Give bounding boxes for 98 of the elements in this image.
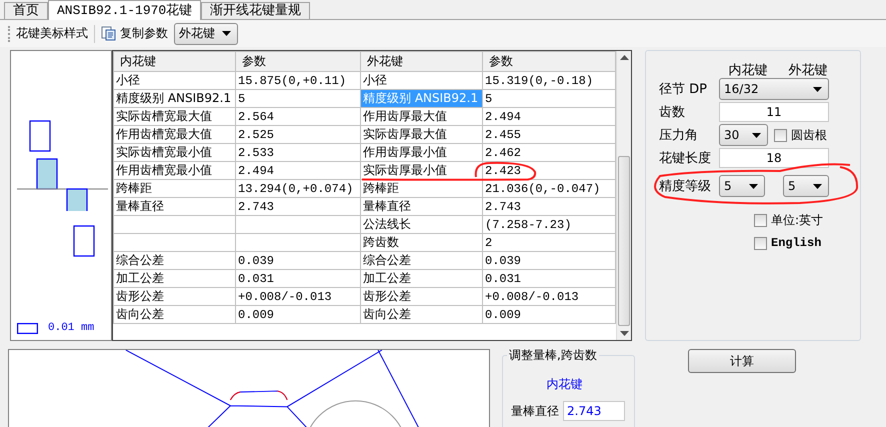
toolbar-label: 花键美标样式 [16,25,88,42]
table-cell: 加工公差 [116,270,164,287]
calculate-button[interactable]: 计算 [688,349,796,373]
column-header: 参数 [236,52,360,72]
spline-type-dropdown[interactable]: 外花键 [174,22,238,44]
field-label: 压力角 [659,127,699,144]
table-cell: 15.319(0,-0.18) [485,74,594,88]
table-cell: 0.039 [485,254,522,268]
outer-accuracy-dropdown[interactable]: 5 [783,175,829,197]
table-cell: 2.564 [238,110,274,124]
table-cell: 作用齿槽宽最大值 [116,126,212,143]
table-cell: 小径 [116,72,140,89]
table-cell: 加工公差 [363,270,411,287]
teeth-input-field[interactable]: 11 [719,102,829,122]
table-cell: 综合公差 [363,252,411,269]
table-cell: 量棒直径 [363,198,411,215]
table-cell: 跨棒距 [116,180,152,197]
table-cell: 实际齿槽宽最大值 [116,108,212,125]
tab[interactable]: 渐开线花键量规 [201,2,310,19]
column-label: 外花键 [788,62,828,79]
length-input-field[interactable]: 18 [719,148,829,168]
table-cell: 2.462 [485,146,522,160]
copy-icon [101,26,117,41]
table-cell: 2.494 [485,110,522,124]
checkbox-label: 圆齿根 [791,126,827,144]
field-label: 精度等级 [659,178,712,195]
caret-icon [749,184,758,188]
table-cell: (7.258-7.23) [485,218,572,232]
column-header: 外花键 [360,52,482,72]
field-label: 径节 DP [659,81,708,98]
table-cell: 综合公差 [116,252,164,269]
pin-diameter-field[interactable]: 2.743 [563,401,625,421]
tab[interactable]: 首页 [4,2,48,19]
table-cell: 13.294(0,+0.074) [238,182,354,196]
table-cell: 齿形公差 [116,288,164,305]
checkbox[interactable] [774,128,787,142]
column-label: 内花键 [728,62,768,79]
table-cell: 0.031 [485,272,522,286]
field-label: 量棒直径 [511,402,559,420]
table-cell: 2.743 [485,200,522,214]
table-cell: 2.423 [485,164,522,178]
table-cell: 0.039 [238,254,274,268]
tab[interactable]: ANSIB92.1-1970花键 [48,0,202,20]
scrollbar[interactable] [616,51,631,340]
group-title: 调整量棒,跨齿数 [507,347,599,364]
table-cell: 作用齿槽宽最小值 [116,162,212,179]
checkbox[interactable] [754,214,767,227]
pressure-angle-dropdown[interactable]: 30 [719,124,768,146]
tolerance-box-drawing [73,225,95,257]
table-cell: 21.036(0,-0.047) [485,182,600,196]
table-cell: +0.008/-0.013 [485,290,579,304]
table-cell: 跨棒距 [363,180,399,197]
table-cell: 公法线长 [363,216,411,233]
table-cell: 实际齿槽宽最小值 [116,144,212,161]
scroll-up-icon[interactable] [620,55,628,60]
table-cell: 实际齿厚最小值 [363,162,447,179]
table-cell: 5 [485,92,492,106]
table-cell: 齿向公差 [116,306,164,323]
table-cell: 0.009 [485,308,522,322]
caret-icon [813,184,822,188]
table-cell: 跨齿数 [363,234,399,251]
inner-accuracy-dropdown[interactable]: 5 [719,175,765,197]
table-cell: 作用齿厚最大值 [363,108,447,125]
table-cell: 2.533 [238,146,274,160]
table-cell: +0.008/-0.013 [238,290,332,304]
scale-label: 0.01 mm [48,322,94,334]
table-cell: 2.455 [485,128,522,142]
copy-button[interactable]: 复制参数 [101,25,168,42]
checkbox-label: 单位:英寸 [771,212,824,229]
scroll-thumb[interactable] [618,156,630,326]
table-cell: 齿向公差 [363,306,411,323]
caret-icon [222,31,231,36]
table-cell: 2.494 [238,164,274,178]
caret-icon [752,132,761,138]
table-cell: 0.031 [238,272,274,286]
section-label: 内花键 [546,376,582,393]
column-header: 参数 [482,52,616,72]
pitch-dropdown[interactable]: 16/32 [719,78,829,100]
table-cell: 齿形公差 [363,288,411,305]
table-cell: 量棒直径 [116,198,164,215]
table-cell: 2 [485,236,492,250]
table-cell: 2.743 [238,200,274,214]
table-cell: 精度级别 ANSIB92.1 [116,90,232,107]
caret-icon [813,86,822,92]
table-cell: 小径 [363,72,387,89]
checkbox[interactable] [754,236,767,250]
table-cell: 作用齿厚最小值 [363,144,447,161]
scroll-down-icon[interactable] [620,331,628,336]
field-label: 齿数 [659,104,686,121]
table-cell: 15.875(0,+0.11) [238,74,346,88]
table-cell: 5 [238,92,246,106]
legend-swatch-icon [17,322,38,334]
checkbox-label: English [771,236,822,250]
column-header: 内花键 [114,52,236,72]
field-label: 花键长度 [659,150,712,167]
table-cell: 0.009 [238,308,274,322]
table-cell: 实际齿厚最大值 [363,126,447,143]
table-cell: 2.525 [238,128,274,142]
